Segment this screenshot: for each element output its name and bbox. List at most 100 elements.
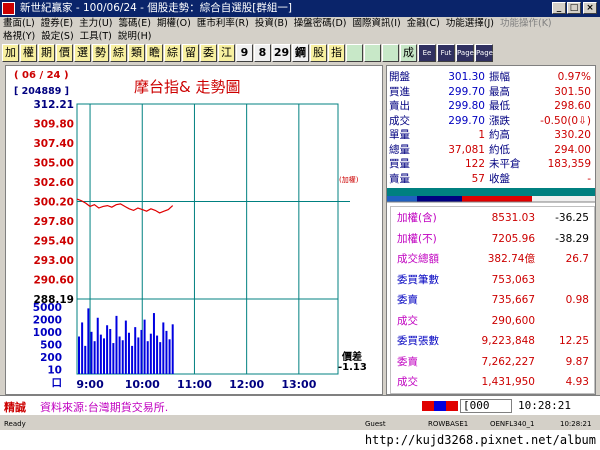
app-icon[interactable] [2,2,15,15]
toolbar-button-17[interactable]: 股 [310,44,327,62]
toolbar-button-6[interactable]: 綜 [110,44,127,62]
quote-label: 買進 [389,85,410,98]
spread-value: -1.13 [338,362,367,373]
detail-value: 290,600 [491,314,535,327]
toolbar-button-26[interactable]: Page [475,44,493,62]
quote-label: 漲跌 [489,114,510,127]
toolbar-button-12[interactable]: 江 [218,44,235,62]
toolbar-button-25[interactable]: Page [456,44,474,62]
toolbar-button-4[interactable]: 選 [74,44,91,62]
toolbar-button-9[interactable]: 綜 [164,44,181,62]
toolbar-button-19[interactable] [346,44,363,62]
menu1-item-11[interactable]: 功能操作(K) [497,17,555,31]
menu1-item-7[interactable]: 操盤密碼(D) [291,17,350,31]
trend-chart-svg[interactable]: 312.21 309.80 307.40 305.00 302.60 300.20 297.… [6,66,382,394]
menu1-item-0[interactable]: 畫面(L) [0,17,38,31]
quote-label: 總量 [389,143,410,156]
quote-row: 成交 299.70 漲跌 -0.50(0⇩) [387,114,595,128]
menu-bar-secondary: 格視(Y) 設定(S) 工具(T) 說明(H) [0,30,600,44]
quote-label: 約低 [489,143,510,156]
toolbar-button-7[interactable]: 類 [128,44,145,62]
quote-value: 1 [478,129,485,141]
menu1-item-3[interactable]: 籌碼(E) [116,17,154,31]
toolbar-button-8[interactable]: 瞻 [146,44,163,62]
price-tick-label: 307.40 [33,138,74,150]
quote-value: 122 [464,158,485,170]
menu2-item-3[interactable]: 說明(H) [115,30,155,44]
toolbar-button-1[interactable]: 權 [20,44,37,62]
toolbar-button-23[interactable]: Ee [418,44,436,62]
minimize-button[interactable]: _ [552,2,566,14]
detail-change: 9.87 [565,355,589,368]
detail-label: 成交 [397,314,418,327]
detail-label: 委賣 [397,355,418,368]
quote-label: 振幅 [489,71,510,83]
detail-label: 委買筆數 [397,273,439,286]
quote-label: 開盤 [389,71,410,83]
menu2-item-2[interactable]: 工具(T) [77,30,115,44]
detail-change: 12.25 [558,335,589,347]
menu1-item-8[interactable]: 國際資訊(I) [350,17,404,31]
toolbar-button-14[interactable]: 8 [254,44,271,62]
menu1-item-5[interactable]: 匯市利率(R) [194,17,252,31]
market-detail-row: 委賣 7,262,227 9.87 [391,355,599,369]
quote-label: 最低 [489,100,510,112]
toolbar-button-15[interactable]: 29 [272,44,291,62]
time-tick-label: 12:00 [229,378,264,391]
toolbar-button-5[interactable]: 勢 [92,44,109,62]
clock-text: 10:28:21 [560,420,592,428]
status-line: 精誠 資料來源:台灣期貨交易所. [000 10:28:21 [0,395,600,415]
detail-label: 委賣 [397,294,418,306]
toolbar-button-3[interactable]: 價 [56,44,73,62]
price-tick-label: 302.60 [33,177,74,189]
detail-value: 753,063 [491,273,535,286]
toolbar-button-21[interactable] [382,44,399,62]
price-tick-label: 293.00 [33,255,74,267]
toolbar-button-0[interactable]: 加 [2,44,19,62]
menu1-item-4[interactable]: 期權(O) [154,17,194,31]
detail-value: 7205.96 [491,232,535,245]
menu2-item-0[interactable]: 格視(Y) [0,30,38,44]
toolbar-button-10[interactable]: 留 [182,44,199,62]
toolbar-button-2[interactable]: 期 [38,44,55,62]
toolbar-button-16[interactable]: 鋼 [292,44,309,62]
volume-tick-label: 200 [40,352,62,364]
ready-text: Ready [4,420,26,428]
toolbar-button-22[interactable]: 成 [400,44,417,62]
server-text: OENFL340_1 [490,420,535,428]
menu1-item-1[interactable]: 證券(E) [38,17,76,31]
market-detail-row: 加權(不) 7205.96 -38.29 [391,232,599,246]
toolbar-button-11[interactable]: 委 [200,44,217,62]
maximize-button[interactable]: □ [567,2,581,14]
menu1-item-9[interactable]: 金融(C) [404,17,443,31]
detail-label: 加權(含) [397,212,437,224]
menu1-item-10[interactable]: 功能選擇(J) [443,17,497,31]
volume-tick-label: 10 [47,365,62,377]
code-input[interactable]: [000 [460,399,512,413]
toolbar-button-20[interactable] [364,44,381,62]
toolbar-button-18[interactable]: 指 [328,44,345,62]
menu1-item-2[interactable]: 主力(U) [76,17,115,31]
quote-value: 298.60 [554,100,591,112]
menu1-item-6[interactable]: 投資(B) [252,17,291,31]
price-tick-label: 309.80 [33,119,74,131]
quote-value: -0.50(0⇩) [540,114,591,127]
quote-row: 買進 299.70 最高 301.50 [387,85,595,99]
user-text: Guest [365,420,386,428]
close-button[interactable]: × [583,2,597,14]
detail-label: 委買張數 [397,335,439,347]
detail-value: 9,223,848 [481,335,535,347]
menu2-item-1[interactable]: 設定(S) [38,30,76,44]
price-tick-label: 312.21 [33,99,74,111]
toolbar-button-13[interactable]: 9 [236,44,253,62]
quote-row: 單量 1 約高 330.20 [387,128,595,142]
quote-value: 299.70 [448,114,485,127]
market-detail-row: 成交 1,431,950 4.93 [391,375,599,389]
price-tick-label: 305.00 [33,158,74,170]
status-time: 10:28:21 [518,399,571,412]
volume-tick-label: 1000 [33,327,62,339]
quote-value: 37,081 [448,143,485,156]
toolbar-button-24[interactable]: Fut [437,44,455,62]
price-tick-label: 290.60 [33,275,74,287]
quote-value: 0.97% [557,71,591,83]
